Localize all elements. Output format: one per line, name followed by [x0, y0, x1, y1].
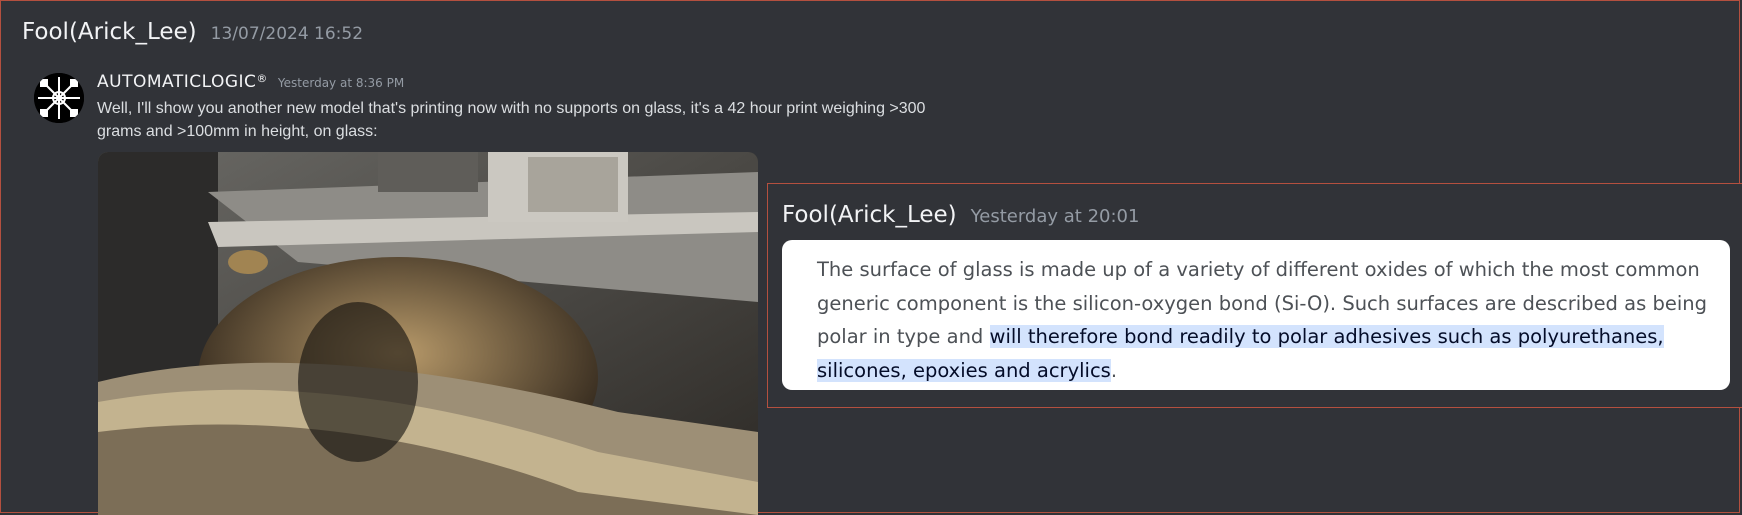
quoted-author-name[interactable]: Fool(Arick_Lee) — [782, 202, 957, 228]
quoted-timestamp: Yesterday at 20:01 — [970, 206, 1140, 227]
embedded-message-header: AUTOMATICLOGIC® Yesterday at 8:36 PM — [97, 72, 404, 92]
logo-icon — [34, 73, 84, 123]
photo-of-3d-printer-icon — [98, 152, 758, 515]
embedded-author-name[interactable]: AUTOMATICLOGIC® — [97, 72, 268, 92]
embedded-message-text: Well, I'll show you another new model th… — [97, 100, 926, 140]
quoted-text-card: The surface of glass is made up of a var… — [782, 240, 1730, 390]
registered-mark: ® — [256, 72, 268, 85]
quoted-reply-box: Fool(Arick_Lee) Yesterday at 20:01 The s… — [767, 183, 1742, 408]
outer-timestamp: 13/07/2024 16:52 — [210, 24, 364, 44]
quoted-text-end: . — [1110, 358, 1118, 382]
avatar[interactable] — [34, 73, 84, 123]
attachment-image[interactable] — [98, 152, 758, 515]
outer-message-header: Fool(Arick_Lee) 13/07/2024 16:52 — [22, 19, 363, 45]
outer-author-name[interactable]: Fool(Arick_Lee) — [22, 19, 197, 45]
embedded-author-label: AUTOMATICLOGIC — [97, 72, 257, 92]
embedded-timestamp: Yesterday at 8:36 PM — [277, 76, 405, 90]
quoted-reply-header: Fool(Arick_Lee) Yesterday at 20:01 — [782, 202, 1139, 228]
